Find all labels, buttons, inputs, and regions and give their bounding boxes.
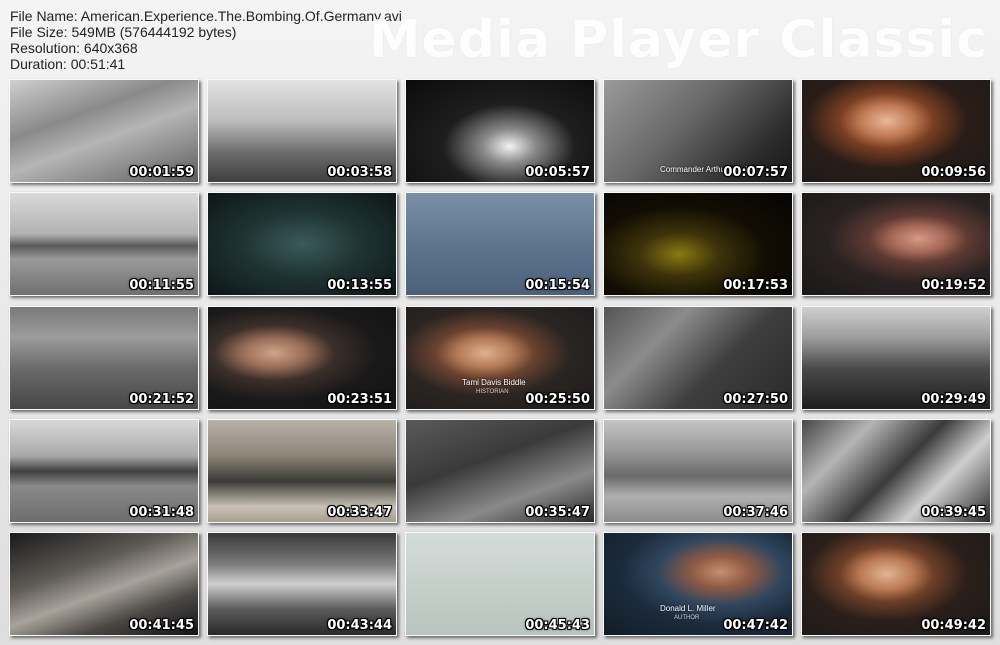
timestamp-label: 00:43:44 (327, 618, 392, 633)
timestamp-label: 00:07:57 (723, 165, 788, 180)
timestamp-label: 00:13:55 (327, 278, 392, 293)
timestamp-label: 00:19:52 (921, 278, 986, 293)
video-thumbnail[interactable]: 00:31:48 (9, 419, 199, 523)
video-thumbnail[interactable]: Tami Davis Biddle HISTORIAN 00:25:50 (405, 306, 595, 410)
video-thumbnail[interactable]: 00:17:53 (603, 192, 793, 296)
timestamp-label: 00:15:54 (525, 278, 590, 293)
video-thumbnail[interactable]: 00:29:49 (801, 306, 991, 410)
timestamp-label: 00:41:45 (129, 618, 194, 633)
video-thumbnail[interactable]: 00:09:56 (801, 79, 991, 183)
timestamp-label: 00:49:42 (921, 618, 986, 633)
video-thumbnail[interactable]: 00:43:44 (207, 532, 397, 636)
video-thumbnail[interactable]: Commander Arthur Harris 00:07:57 (603, 79, 793, 183)
timestamp-label: 00:23:51 (327, 392, 392, 407)
timestamp-label: 00:25:50 (525, 392, 590, 407)
thumbnail-caption: Tami Davis Biddle (462, 378, 526, 387)
timestamp-label: 00:17:53 (723, 278, 788, 293)
timestamp-label: 00:27:50 (723, 392, 788, 407)
video-thumbnail[interactable]: 00:21:52 (9, 306, 199, 410)
video-thumbnail[interactable]: 00:11:55 (9, 192, 199, 296)
timestamp-label: 00:47:42 (723, 618, 788, 633)
timestamp-label: 00:09:56 (921, 165, 986, 180)
timestamp-label: 00:45:43 (525, 618, 590, 633)
video-thumbnail[interactable]: 00:13:55 (207, 192, 397, 296)
video-thumbnail[interactable]: 00:23:51 (207, 306, 397, 410)
video-thumbnail[interactable]: 00:01:59 (9, 79, 199, 183)
video-thumbnail[interactable]: 00:35:47 (405, 419, 595, 523)
timestamp-label: 00:35:47 (525, 505, 590, 520)
video-thumbnail[interactable]: 00:37:46 (603, 419, 793, 523)
video-thumbnail[interactable]: 00:15:54 (405, 192, 595, 296)
video-thumbnail[interactable]: 00:39:45 (801, 419, 991, 523)
timestamp-label: 00:11:55 (129, 278, 194, 293)
timestamp-label: 00:01:59 (129, 165, 194, 180)
thumbnail-caption: Donald L. Miller (660, 604, 716, 613)
timestamp-label: 00:21:52 (129, 392, 194, 407)
thumbnail-subcaption: AUTHOR (674, 615, 700, 621)
video-thumbnail[interactable]: 00:05:57 (405, 79, 595, 183)
video-thumbnail[interactable]: 00:27:50 (603, 306, 793, 410)
timestamp-label: 00:03:58 (327, 165, 392, 180)
video-thumbnail[interactable]: 00:03:58 (207, 79, 397, 183)
video-thumbnail[interactable]: 00:49:42 (801, 532, 991, 636)
timestamp-label: 00:31:48 (129, 505, 194, 520)
video-thumbnail[interactable]: Donald L. Miller AUTHOR 00:47:42 (603, 532, 793, 636)
thumbnail-grid: 00:01:59 00:03:58 00:05:57 Commander Arthur… (0, 0, 1000, 645)
timestamp-label: 00:37:46 (723, 505, 788, 520)
video-thumbnail[interactable]: 00:45:43 (405, 532, 595, 636)
timestamp-label: 00:05:57 (525, 165, 590, 180)
timestamp-label: 00:29:49 (921, 392, 986, 407)
video-thumbnail[interactable]: 00:19:52 (801, 192, 991, 296)
timestamp-label: 00:39:45 (921, 505, 986, 520)
timestamp-label: 00:33:47 (327, 505, 392, 520)
thumbnail-subcaption: HISTORIAN (476, 389, 509, 395)
video-thumbnail[interactable]: 00:33:47 (207, 419, 397, 523)
video-thumbnail[interactable]: 00:41:45 (9, 532, 199, 636)
